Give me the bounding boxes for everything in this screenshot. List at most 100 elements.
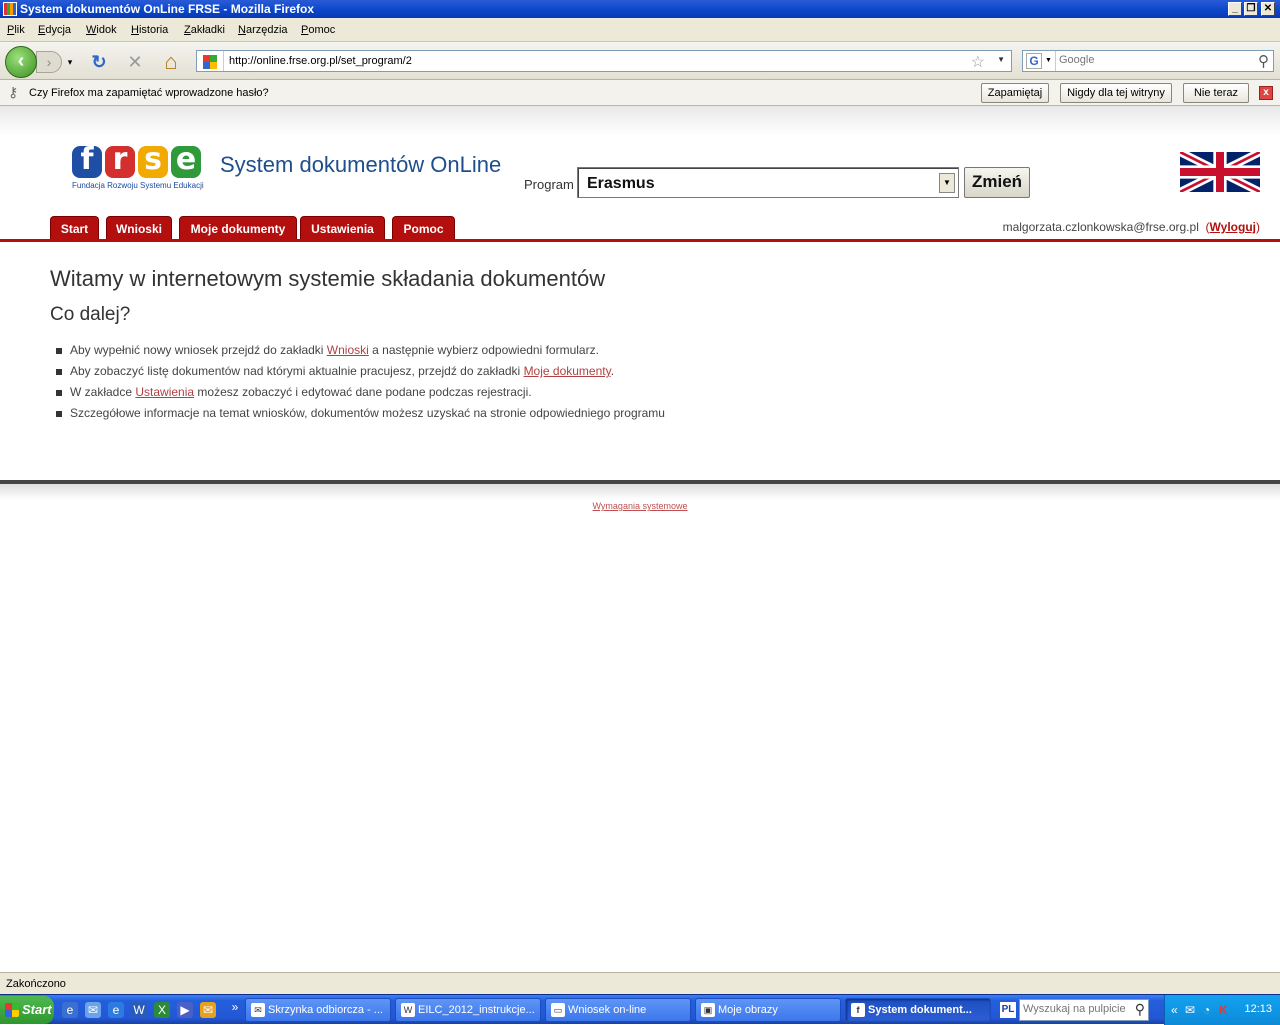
- ustawienia-link[interactable]: Ustawienia: [135, 385, 194, 399]
- back-button[interactable]: ‹: [5, 46, 37, 78]
- frse-logo[interactable]: f r s e Fundacja Rozwoju Systemu Edukacj…: [72, 145, 204, 192]
- program-selected-value[interactable]: Erasmus: [587, 175, 655, 193]
- close-window-button[interactable]: ✕: [1261, 2, 1275, 16]
- start-button[interactable]: Start: [0, 996, 54, 1024]
- tab-start[interactable]: Start: [50, 216, 99, 240]
- program-select[interactable]: Erasmus ▼: [577, 167, 959, 198]
- logo-subtitle: Fundacja Rozwoju Systemu Edukacji: [72, 181, 204, 190]
- forward-button[interactable]: ›: [36, 51, 62, 73]
- taskbar-item-word-doc[interactable]: W EILC_2012_instrukcje...: [395, 998, 541, 1022]
- search-icon[interactable]: ⚲: [1258, 52, 1269, 70]
- search-bar[interactable]: G ▼ ⚲: [1022, 50, 1274, 72]
- chevron-down-icon[interactable]: ▼: [939, 173, 955, 193]
- list-item: Aby zobaczyć listę dokumentów nad którym…: [56, 361, 665, 382]
- search-input[interactable]: [1059, 54, 1249, 66]
- bookmark-star-icon[interactable]: ☆: [971, 52, 985, 72]
- history-dropdown-icon[interactable]: ▾: [65, 51, 75, 73]
- stop-icon[interactable]: ✕: [124, 51, 146, 73]
- menu-edycja[interactable]: Edycja: [38, 24, 71, 36]
- menu-bar: Plik Edycja Widok Historia Zakładki Narz…: [0, 18, 1280, 42]
- key-icon: ⚷: [8, 84, 19, 100]
- pictures-folder-icon: ▣: [701, 1003, 715, 1017]
- firefox-window-icon[interactable]: [3, 2, 17, 16]
- remember-password-button[interactable]: Zapamiętaj: [981, 83, 1049, 103]
- list-item: W zakładce Ustawienia możesz zobaczyć i …: [56, 382, 665, 403]
- desktop-search-input[interactable]: [1023, 1003, 1129, 1015]
- taskbar-item-inbox[interactable]: ✉ Skrzynka odbiorcza - ...: [245, 998, 391, 1022]
- not-now-button[interactable]: Nie teraz: [1183, 83, 1249, 103]
- menu-plik[interactable]: Plik: [7, 24, 25, 36]
- page-content: f r s e Fundacja Rozwoju Systemu Edukacj…: [0, 106, 1280, 972]
- minimize-button[interactable]: _: [1228, 2, 1242, 16]
- quicklaunch-media-icon[interactable]: ▶: [177, 1002, 193, 1018]
- tray-expand-icon[interactable]: «: [1171, 1003, 1178, 1017]
- moje-dokumenty-link[interactable]: Moje dokumenty: [524, 364, 611, 378]
- navigation-toolbar: › ‹ ▾ ↻ ✕ ⌂ http://online.frse.org.pl/se…: [0, 42, 1280, 80]
- search-icon[interactable]: ⚲: [1135, 1001, 1145, 1018]
- firefox-icon: f: [851, 1003, 865, 1017]
- password-notification-bar: ⚷ Czy Firefox ma zapamiętać wprowadzone …: [0, 80, 1280, 106]
- url-dropdown-icon[interactable]: ▼: [997, 55, 1005, 64]
- english-language-flag-icon[interactable]: [1180, 152, 1260, 192]
- quicklaunch-browser-icon[interactable]: e: [62, 1002, 78, 1018]
- reload-icon[interactable]: ↻: [88, 51, 110, 73]
- user-email: malgorzata.czlonkowska@frse.org.pl: [1002, 220, 1199, 234]
- system-requirements-link[interactable]: Wymagania systemowe: [593, 501, 688, 511]
- quicklaunch-outlook-icon[interactable]: ✉: [85, 1002, 101, 1018]
- never-for-site-button[interactable]: Nigdy dla tej witryny: [1060, 83, 1172, 103]
- menu-widok[interactable]: Widok: [86, 24, 117, 36]
- tab-moje-dokumenty[interactable]: Moje dokumenty: [179, 216, 297, 240]
- change-program-button[interactable]: Zmień: [964, 167, 1030, 198]
- mail-icon: ✉: [251, 1003, 265, 1017]
- logo-letter-f: f: [72, 145, 102, 178]
- quicklaunch-word-icon[interactable]: W: [131, 1002, 147, 1018]
- quicklaunch-outlook-express-icon[interactable]: ✉: [200, 1002, 216, 1018]
- welcome-heading: Witamy w internetowym systemie składania…: [50, 266, 606, 291]
- list-item: Aby wypełnić nowy wniosek przejdź do zak…: [56, 340, 665, 361]
- app-title: System dokumentów OnLine: [220, 152, 502, 177]
- logo-letter-s: s: [138, 145, 168, 178]
- next-steps-heading: Co dalej?: [50, 304, 131, 325]
- desktop-search[interactable]: ⚲: [1019, 999, 1149, 1021]
- menu-narzedzia[interactable]: Narzędzia: [238, 24, 288, 36]
- quicklaunch-overflow-icon[interactable]: »: [229, 999, 241, 1015]
- engine-dropdown-icon[interactable]: ▼: [1045, 57, 1052, 64]
- tab-wnioski[interactable]: Wnioski: [106, 216, 172, 240]
- folder-icon: ▭: [551, 1003, 565, 1017]
- logo-letter-e: e: [171, 145, 201, 178]
- wnioski-link[interactable]: Wnioski: [327, 343, 369, 357]
- home-icon[interactable]: ⌂: [160, 51, 182, 73]
- user-info: malgorzata.czlonkowska@frse.org.pl (Wylo…: [1002, 220, 1260, 234]
- clock[interactable]: 12:13: [1244, 1003, 1272, 1015]
- quicklaunch-ie-icon[interactable]: e: [108, 1002, 124, 1018]
- word-icon: W: [401, 1003, 415, 1017]
- taskbar-item-moje-obrazy[interactable]: ▣ Moje obrazy: [695, 998, 841, 1022]
- window-title: System dokumentów OnLine FRSE - Mozilla …: [20, 2, 315, 16]
- google-engine-icon[interactable]: G: [1026, 53, 1042, 69]
- taskbar-item-folder-wniosek[interactable]: ▭ Wniosek on-line: [545, 998, 691, 1022]
- taskbar-item-firefox[interactable]: f System dokument...: [845, 998, 991, 1022]
- menu-pomoc[interactable]: Pomoc: [301, 24, 335, 36]
- notification-close-icon[interactable]: x: [1259, 86, 1273, 100]
- logout-link[interactable]: Wyloguj: [1210, 220, 1256, 234]
- logo-letter-r: r: [105, 145, 135, 178]
- tab-pomoc[interactable]: Pomoc: [392, 216, 455, 240]
- language-indicator[interactable]: PL: [1000, 1002, 1016, 1018]
- status-bar: Zakończono: [0, 972, 1280, 994]
- url-text[interactable]: http://online.frse.org.pl/set_program/2: [229, 55, 412, 67]
- windows-taskbar: Start e ✉ e W X ▶ ✉ » ✉ Skrzynka odbiorcz…: [0, 994, 1280, 1025]
- list-item: Szczegółowe informacje na temat wniosków…: [56, 403, 665, 424]
- tray-outlook-icon[interactable]: ◔: [1203, 1003, 1210, 1017]
- info-list: Aby wypełnić nowy wniosek przejdź do zak…: [56, 340, 665, 424]
- window-title-bar[interactable]: System dokumentów OnLine FRSE - Mozilla …: [0, 0, 1280, 18]
- tray-antivirus-icon[interactable]: K: [1219, 1003, 1228, 1017]
- restore-button[interactable]: ❐: [1244, 2, 1258, 16]
- windows-logo-icon: [5, 1003, 19, 1017]
- tray-mail-icon[interactable]: ✉: [1185, 1003, 1195, 1017]
- menu-zakladki[interactable]: Zakładki: [184, 24, 225, 36]
- menu-historia[interactable]: Historia: [131, 24, 168, 36]
- tab-ustawienia[interactable]: Ustawienia: [300, 216, 385, 240]
- address-bar[interactable]: http://online.frse.org.pl/set_program/2 …: [196, 50, 1012, 72]
- quicklaunch-excel-icon[interactable]: X: [154, 1002, 170, 1018]
- site-favicon-icon: [203, 55, 217, 69]
